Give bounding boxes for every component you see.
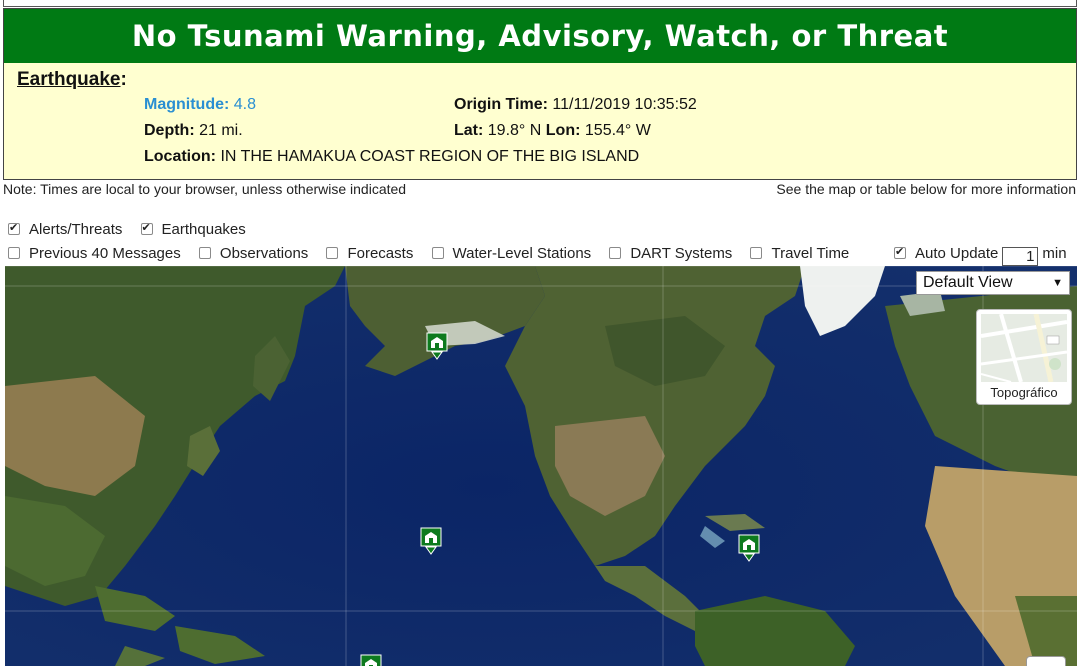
earthquakes-label: Earthquakes bbox=[161, 221, 246, 238]
dropdown-arrow-icon: ▼ bbox=[1052, 277, 1063, 289]
location-label: Location: bbox=[144, 148, 216, 165]
forecasts-label: Forecasts bbox=[347, 245, 414, 262]
water-level-checkbox[interactable] bbox=[431, 247, 444, 259]
forecasts-checkbox[interactable] bbox=[326, 247, 339, 259]
lat-lon-field: Lat: 19.8° N Lon: 155.4° W bbox=[454, 122, 651, 140]
topo-map-thumbnail-icon bbox=[981, 314, 1067, 382]
tsunami-center-icon[interactable] bbox=[420, 527, 442, 555]
magnitude-label: Magnitude: bbox=[144, 96, 230, 113]
topo-thumbnail bbox=[981, 314, 1067, 382]
auto-update-unit: min bbox=[1042, 245, 1067, 262]
layer-row-1: Alerts/Threats Earthquakes bbox=[8, 221, 260, 238]
alerts-threats-checkbox[interactable] bbox=[8, 221, 20, 235]
origin-time-label: Origin Time: bbox=[454, 96, 548, 113]
map-table-note: See the map or table below for more info… bbox=[776, 181, 1076, 197]
travel-time-label: Travel Time bbox=[771, 245, 850, 262]
depth-value: 21 mi. bbox=[199, 122, 243, 139]
map-view-select-value: Default View bbox=[923, 274, 1013, 291]
auto-update-label: Auto Update bbox=[915, 245, 999, 262]
layer-observations[interactable]: Observations bbox=[198, 245, 309, 262]
layer-previous-messages[interactable]: Previous 40 Messages bbox=[8, 245, 181, 262]
layer-alerts-threats[interactable]: Alerts/Threats bbox=[8, 221, 122, 238]
topo-label: Topográfico bbox=[990, 385, 1058, 400]
layer-travel-time[interactable]: Travel Time bbox=[750, 245, 849, 262]
depth-label: Depth: bbox=[144, 122, 195, 139]
world-map[interactable]: Default View ▼ Topográfico bbox=[5, 266, 1077, 666]
map-view-select[interactable]: Default View ▼ bbox=[916, 271, 1070, 295]
status-panel: No Tsunami Warning, Advisory, Watch, or … bbox=[3, 8, 1077, 180]
water-level-label: Water-Level Stations bbox=[452, 245, 592, 262]
status-banner: No Tsunami Warning, Advisory, Watch, or … bbox=[4, 9, 1076, 63]
tsunami-center-icon[interactable] bbox=[426, 332, 448, 360]
previous-messages-checkbox[interactable] bbox=[8, 247, 20, 259]
earthquake-heading-label: Earthquake bbox=[17, 69, 121, 90]
alerts-threats-label: Alerts/Threats bbox=[29, 221, 123, 238]
lon-label: Lon: bbox=[545, 122, 581, 139]
magnitude-value: 4.8 bbox=[233, 96, 257, 113]
lat-label: Lat: bbox=[454, 122, 484, 139]
observations-label: Observations bbox=[219, 245, 309, 262]
satellite-basemap bbox=[5, 266, 1077, 666]
basemap-toggle[interactable]: Topográfico bbox=[976, 309, 1072, 405]
origin-time-value: 11/11/2019 10:35:52 bbox=[552, 96, 697, 113]
location-field: Location: IN THE HAMAKUA COAST REGION OF… bbox=[144, 148, 639, 166]
layer-earthquakes[interactable]: Earthquakes bbox=[140, 221, 246, 238]
earthquakes-checkbox[interactable] bbox=[140, 221, 153, 235]
earthquake-heading-colon: : bbox=[120, 69, 127, 90]
top-strip bbox=[3, 0, 1077, 7]
previous-messages-label: Previous 40 Messages bbox=[29, 245, 181, 262]
auto-update-control: Auto Update1min bbox=[894, 245, 1067, 266]
location-value: IN THE HAMAKUA COAST REGION OF THE BIG I… bbox=[220, 148, 640, 165]
auto-update-checkbox[interactable] bbox=[894, 245, 906, 259]
origin-time-field: Origin Time: 11/11/2019 10:35:52 bbox=[454, 96, 697, 114]
dart-systems-label: DART Systems bbox=[630, 245, 733, 262]
dart-systems-checkbox[interactable] bbox=[609, 247, 622, 259]
layer-dart-systems[interactable]: DART Systems bbox=[609, 245, 732, 262]
times-note: Note: Times are local to your browser, u… bbox=[3, 181, 407, 197]
earthquake-heading: Earthquake: bbox=[17, 69, 127, 91]
travel-time-checkbox[interactable] bbox=[750, 247, 763, 259]
auto-update-minutes-input[interactable]: 1 bbox=[1002, 247, 1039, 266]
zoom-in-icon[interactable] bbox=[1026, 656, 1066, 666]
tsunami-center-icon[interactable] bbox=[738, 534, 760, 562]
tsunami-center-icon[interactable] bbox=[360, 654, 382, 666]
depth-field: Depth: 21 mi. bbox=[144, 122, 243, 140]
magnitude-field: Magnitude: 4.8 bbox=[144, 96, 256, 114]
observations-checkbox[interactable] bbox=[198, 247, 211, 259]
lat-value: 19.8° N bbox=[487, 122, 542, 139]
layer-water-level-stations[interactable]: Water-Level Stations bbox=[431, 245, 592, 262]
layer-row-2: Previous 40 Messages Observations Foreca… bbox=[8, 245, 863, 262]
layer-forecasts[interactable]: Forecasts bbox=[326, 245, 413, 262]
lon-value: 155.4° W bbox=[584, 122, 651, 139]
